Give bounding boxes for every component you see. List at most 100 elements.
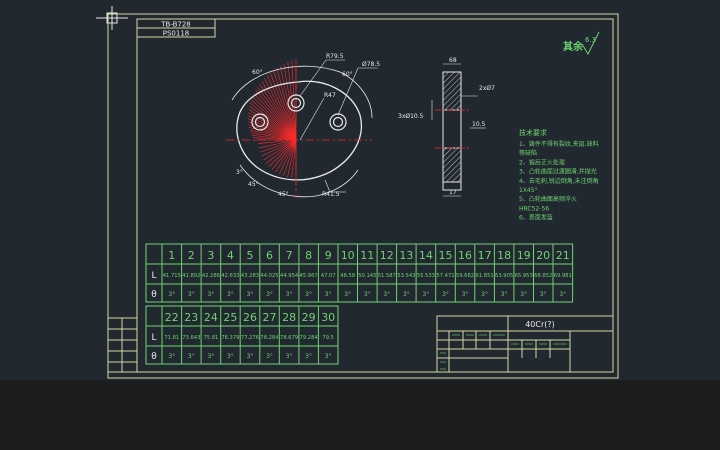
note-line: 5、凸轮曲面高频淬火 <box>519 195 577 203</box>
dim-r41: R41.5 <box>322 191 340 198</box>
table-l-cell: 79.284 <box>300 335 319 341</box>
table-header-cell: 10 <box>341 249 355 262</box>
table-angle-cell: 3° <box>559 291 566 298</box>
table-angle-cell: 3° <box>168 353 175 360</box>
table-l-cell: 78.284 <box>260 335 279 341</box>
row-label-theta: θ <box>151 352 157 362</box>
table-angle-cell: 3° <box>462 291 469 298</box>
radial-line <box>252 96 297 141</box>
table-l-cell: 79.5 <box>322 335 334 341</box>
table-angle-cell: 3° <box>247 353 254 360</box>
table-header-cell: 22 <box>165 311 179 324</box>
drawing-number: TB-B728 <box>160 21 191 29</box>
side-dim-17: 17 <box>449 189 457 196</box>
table-header-cell: 20 <box>536 249 550 262</box>
table-header-cell: 1 <box>168 249 175 262</box>
notes-heading: 技术要求 <box>519 128 547 137</box>
table-l-cell: 41.715 <box>163 273 181 279</box>
cad-drawing[interactable]: TB-B728 PS0118 其余 6.3 R79.5 Ø78.5 R47 R4… <box>0 0 720 380</box>
table-header-cell: 29 <box>302 311 316 324</box>
table-angle-cell: 3° <box>286 291 293 298</box>
table-l-cell: 75.81 <box>203 335 218 341</box>
note-line: 3、凸轮曲面过渡圆滑,并抛光 <box>519 168 597 176</box>
table-l-cell: 59.682 <box>456 273 474 279</box>
table-header-cell: 17 <box>478 249 492 262</box>
table-header-cell: 19 <box>517 249 531 262</box>
table-header-cell: 30 <box>321 311 335 324</box>
roughness-label: 其余 <box>563 40 584 53</box>
table-angle-cell: 3° <box>266 353 273 360</box>
angle-step: 3° <box>236 169 243 176</box>
table-angle-cell: 3° <box>286 353 293 360</box>
table-l-cell: 78.679 <box>280 335 298 341</box>
angle-left-bottom: 45° <box>248 181 259 188</box>
notes-list: 1、铸件不得有裂纹,夹层,缺料等缺陷2、锻后正火处理 3、凸轮曲面过渡圆滑,并抛光… <box>519 140 599 222</box>
table-l-cell: 73.643 <box>182 335 200 341</box>
table-header-cell: 2 <box>188 249 195 262</box>
table-l-cell: 43.283 <box>241 273 259 279</box>
table-angle-cell: 3° <box>207 291 214 298</box>
table-header-cell: 27 <box>263 311 277 324</box>
table-header-cell: 25 <box>223 311 237 324</box>
table-l-cell: 42.286 <box>202 273 220 279</box>
table-l-cell: 44.025 <box>260 273 278 279</box>
row-label-L: L <box>151 271 156 281</box>
table-l-cell: 77.276 <box>241 335 259 341</box>
table-header-cell: 28 <box>282 311 296 324</box>
table-header-cell: 23 <box>184 311 198 324</box>
table-angle-cell: 3° <box>442 291 449 298</box>
angle-right-top: 60° <box>342 71 353 78</box>
table-header-cell: 11 <box>360 249 374 262</box>
table-l-cell: 45.967 <box>300 273 318 279</box>
note-line: 1X45° <box>519 187 538 194</box>
table-header-cell: 5 <box>247 249 254 262</box>
dim-r47: R47 <box>324 92 336 99</box>
table-header-cell: 14 <box>419 249 433 262</box>
side-dim-68: 68 <box>449 57 457 64</box>
table-angle-cell: 3° <box>501 291 508 298</box>
note-line: 等缺陷 <box>519 149 537 157</box>
table-angle-cell: 3° <box>383 291 390 298</box>
angle-left-top: 60° <box>252 69 263 76</box>
table-header-cell: 18 <box>497 249 511 262</box>
table-l-cell: 76.379 <box>221 335 239 341</box>
row-label-theta: θ <box>151 290 157 300</box>
table-l-cell: 51.587 <box>378 273 396 279</box>
table-header-cell: 21 <box>556 249 570 262</box>
table-header-cell: 24 <box>204 311 218 324</box>
cad-viewport[interactable]: TB-B728 PS0118 其余 6.3 R79.5 Ø78.5 R47 R4… <box>0 0 720 380</box>
table-l-cell: 61.851 <box>476 273 494 279</box>
angle-right-bottom: 45° <box>278 191 289 198</box>
part-code: PS0118 <box>163 30 189 38</box>
table-angle-cell: 3° <box>364 291 371 298</box>
table-header-cell: 12 <box>380 249 394 262</box>
table-l-cell: 69.981 <box>554 273 572 279</box>
table-angle-cell: 3° <box>207 353 214 360</box>
table-angle-cell: 3° <box>227 353 234 360</box>
table-l-cell: 53.543 <box>397 273 415 279</box>
table-l-cell: 63.905 <box>495 273 513 279</box>
table-header-cell: 13 <box>399 249 413 262</box>
table-angle-cell: 3° <box>305 353 312 360</box>
table-header-cell: 8 <box>305 249 312 262</box>
side-dim-3xd10: 3xØ10.5 <box>398 113 424 120</box>
table-angle-cell: 3° <box>305 291 312 298</box>
cam-data-table: Lθ 1 41.715 3° 2 41.892 3° 3 42.286 3° 4 42.633 3° 5 4… <box>145 243 574 365</box>
table-angle-cell: 3° <box>403 291 410 298</box>
table-header-cell: 7 <box>286 249 293 262</box>
table-header-cell: 9 <box>325 249 332 262</box>
command-area[interactable] <box>0 380 720 450</box>
side-dim-10: 10.5 <box>472 121 486 128</box>
table-l-cell: 44.954 <box>280 273 299 279</box>
crosshair-cursor <box>96 6 128 30</box>
table-header-cell: 16 <box>458 249 472 262</box>
table-l-cell: 42.633 <box>221 273 239 279</box>
table-l-cell: 55.533 <box>417 273 435 279</box>
table-angle-cell: 3° <box>188 353 195 360</box>
table-angle-cell: 3° <box>344 291 351 298</box>
dim-d78: Ø78.5 <box>362 61 380 68</box>
table-l-cell: 68.852 <box>534 273 552 279</box>
side-dim-2xd7: 2xØ7 <box>479 85 495 92</box>
note-line: 2、锻后正火处理 <box>519 158 565 166</box>
table-angle-cell: 3° <box>188 291 195 298</box>
